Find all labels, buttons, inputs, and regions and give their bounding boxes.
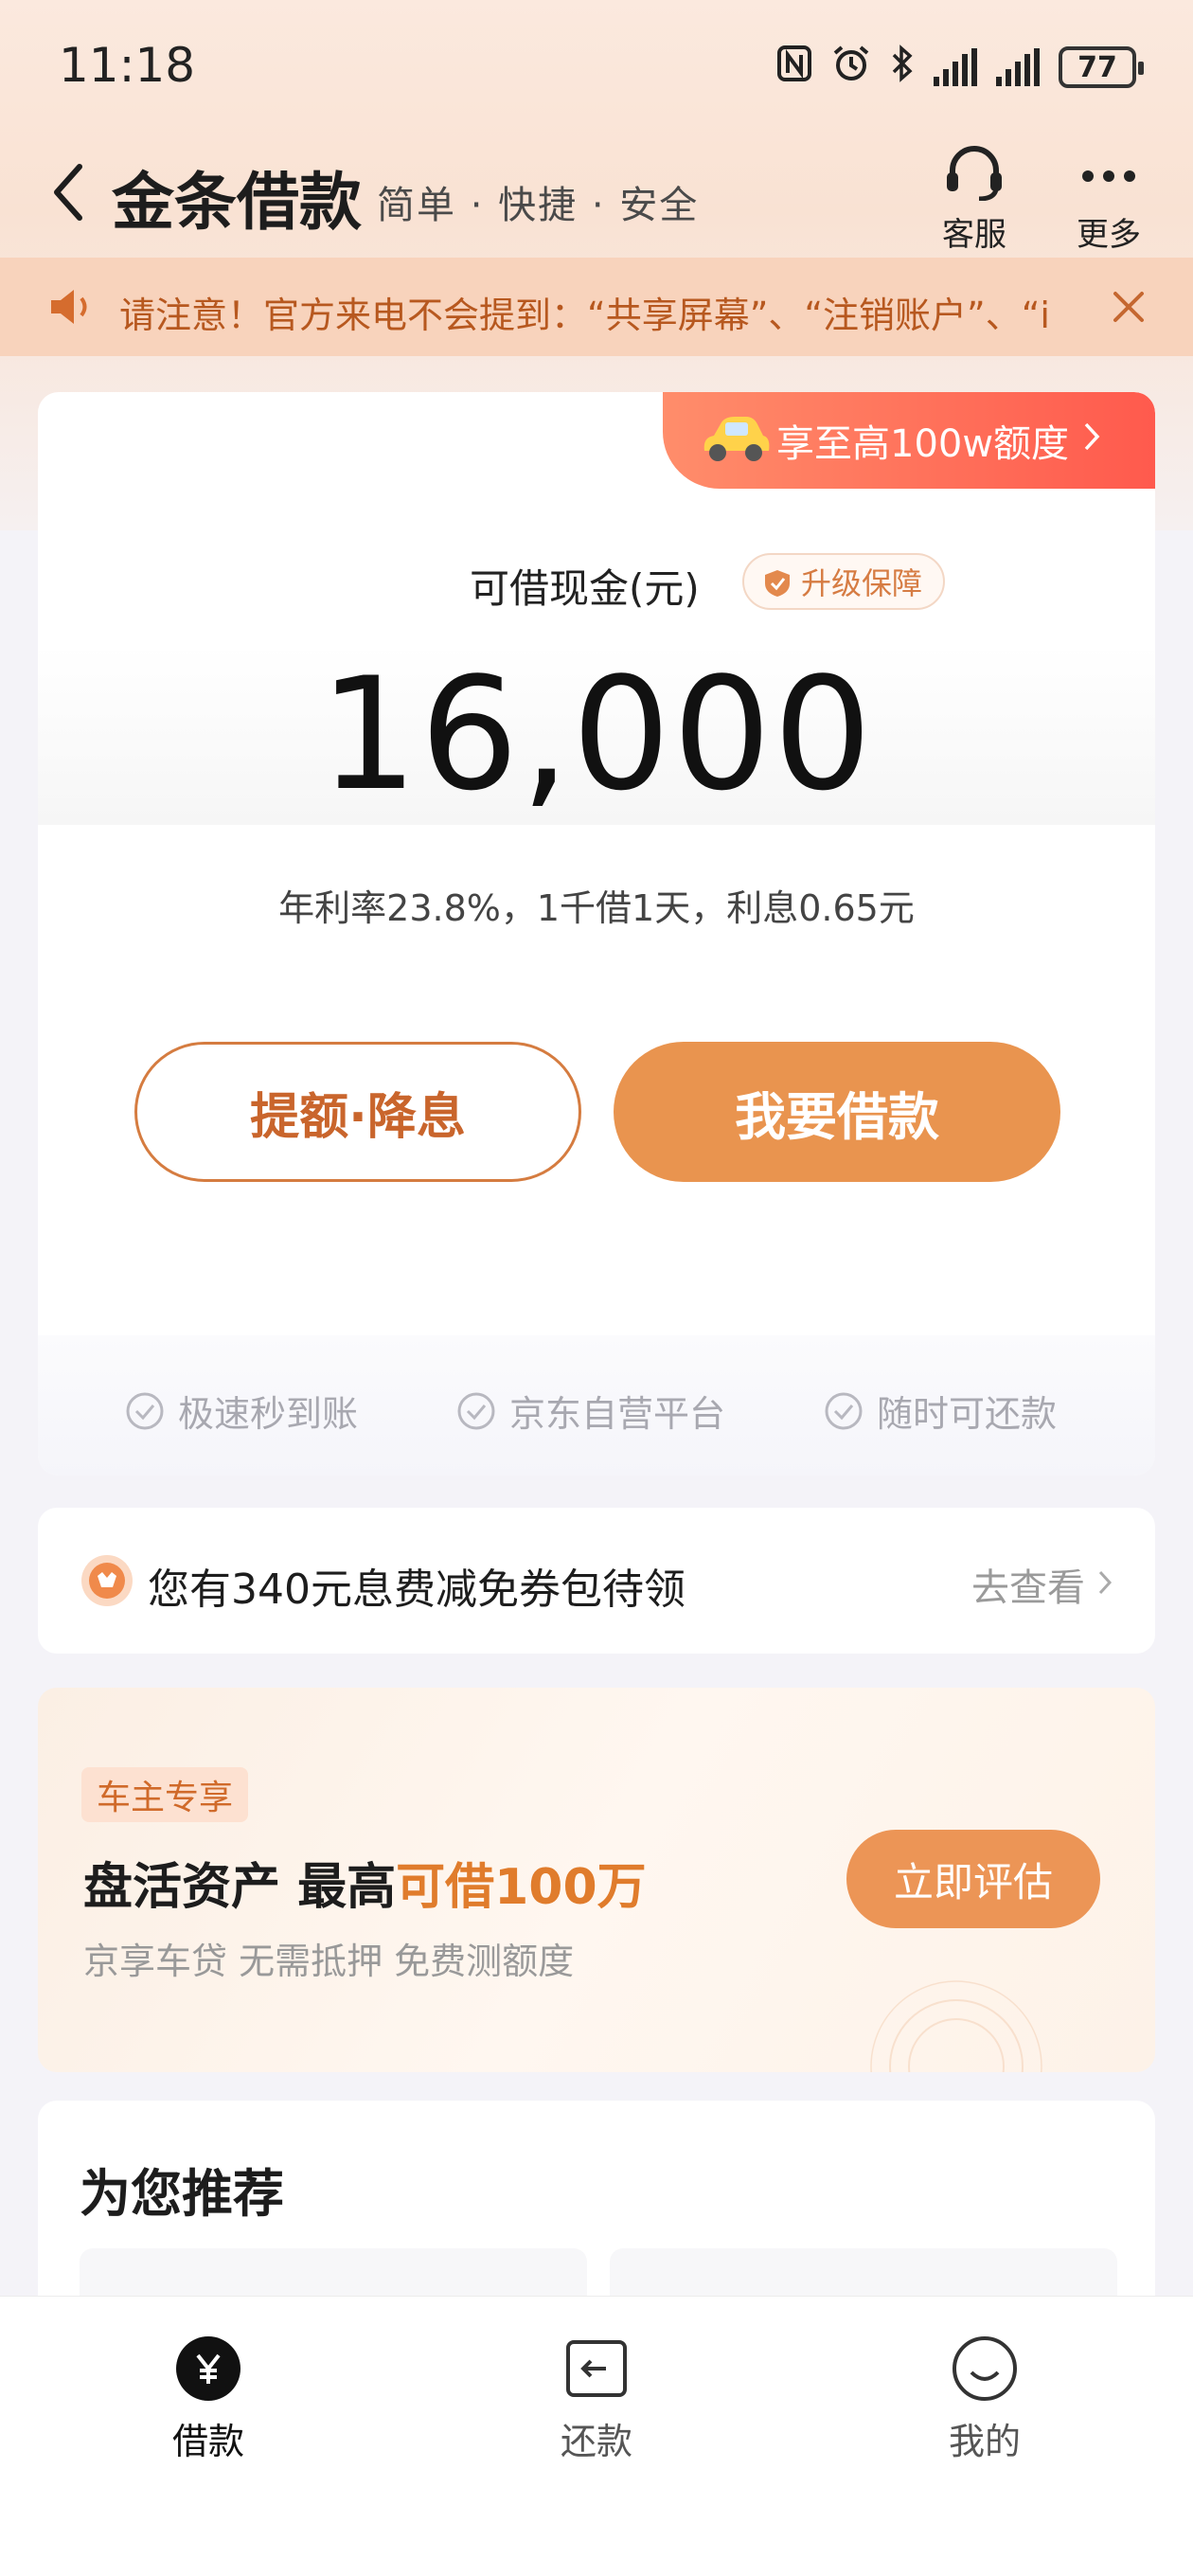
speaker-icon	[47, 286, 95, 331]
car-icon	[697, 409, 773, 470]
smiley-icon	[951, 2334, 1019, 2403]
car-owner-tag: 车主专享	[81, 1767, 249, 1822]
coupon-view-link[interactable]: 去查看	[971, 1557, 1113, 1612]
status-icons: 77	[776, 42, 1144, 93]
upgrade-guard-badge[interactable]: 升级保障	[742, 553, 946, 610]
nfc-icon	[776, 45, 812, 91]
recommend-title: 为您推荐	[80, 2164, 284, 2224]
coupon-text: 您有340元息费减免券包待领	[148, 1565, 686, 1614]
coupon-link-label: 去查看	[971, 1566, 1085, 1610]
feature-item: 随时可还款	[824, 1385, 1057, 1437]
notice-bar[interactable]: 请注意！官方来电不会提到：“共享屏幕”、“注销账户”、“i	[0, 258, 1193, 356]
car-loan-title: 盘活资产 最高可借100万	[83, 1847, 647, 1918]
car-loan-title-prefix: 盘活资产 最高	[83, 1859, 397, 1916]
customer-service-button[interactable]: 客服	[922, 144, 1026, 254]
car-loan-title-highlight: 可借100万	[396, 1859, 647, 1916]
check-circle-icon	[824, 1391, 864, 1431]
chevron-right-icon	[1096, 1563, 1113, 1606]
loan-card: 享至高100w额度 可借现金(元) 升级保障 16,000 年利率23.8%，1…	[38, 392, 1155, 1476]
car-loan-desc: 京享车贷 无需抵押 免费测额度	[83, 1941, 575, 1982]
shield-icon	[763, 568, 792, 599]
tab-mine[interactable]: 我的	[890, 2334, 1079, 2464]
borrow-button[interactable]: 我要借款	[614, 1042, 1060, 1182]
check-circle-icon	[125, 1391, 165, 1431]
guard-badge-label: 升级保障	[801, 565, 923, 601]
signal-2-icon	[996, 48, 1040, 86]
tab-label: 还款	[560, 2421, 632, 2462]
status-time: 11:18	[59, 38, 196, 93]
available-amount: 16,000	[38, 644, 1155, 825]
tab-label: 我的	[948, 2421, 1021, 2462]
cash-label: 可借现金(元)	[470, 565, 700, 612]
car-loan-card[interactable]: 车主专享 盘活资产 最高可借100万 京享车贷 无需抵押 免费测额度 立即评估	[38, 1688, 1155, 2072]
customer-service-label: 客服	[942, 216, 1006, 254]
headset-icon	[941, 146, 1007, 205]
battery-indicator: 77	[1059, 46, 1144, 88]
close-icon[interactable]	[1108, 286, 1149, 328]
feature-item: 极速秒到账	[125, 1385, 358, 1437]
evaluate-button[interactable]: 立即评估	[846, 1830, 1100, 1928]
feature-strip: 极速秒到账 京东自营平台 随时可还款	[38, 1335, 1155, 1476]
more-button[interactable]: 更多	[1057, 144, 1161, 254]
app-header: 金条借款 简单 · 快捷 · 安全 客服 更多	[0, 133, 1193, 256]
back-button[interactable]	[45, 159, 93, 225]
status-bar: 11:18 77	[0, 0, 1193, 133]
coupon-row[interactable]: 您有340元息费减免券包待领 去查看	[38, 1508, 1155, 1654]
chevron-right-icon	[1082, 419, 1101, 462]
feature-label: 京东自营平台	[509, 1393, 726, 1435]
repay-icon	[562, 2334, 631, 2403]
bottom-tab-bar: 借款 还款 我的	[0, 2296, 1193, 2576]
check-circle-icon	[456, 1391, 496, 1431]
rate-text: 年利率23.8%，1千借1天，利息0.65元	[278, 887, 915, 929]
alarm-icon	[831, 44, 871, 92]
page-subtitle: 简单 · 快捷 · 安全	[377, 184, 700, 227]
more-dots-icon	[1076, 170, 1142, 205]
decorative-pattern	[814, 1924, 1098, 2072]
coupon-icon	[80, 1553, 134, 1608]
bluetooth-icon	[890, 44, 915, 92]
feature-label: 极速秒到账	[178, 1393, 359, 1435]
promo-text: 享至高100w额度	[776, 422, 1070, 466]
signal-1-icon	[934, 48, 977, 86]
feature-label: 随时可还款	[877, 1393, 1058, 1435]
raise-limit-button[interactable]: 提额·降息	[134, 1042, 581, 1182]
tab-label: 借款	[171, 2421, 244, 2462]
feature-item: 京东自营平台	[456, 1385, 725, 1437]
yen-icon	[174, 2334, 242, 2403]
promo-tag[interactable]: 享至高100w额度	[663, 392, 1155, 489]
tab-repay[interactable]: 还款	[502, 2334, 691, 2464]
more-label: 更多	[1077, 216, 1141, 254]
tab-borrow[interactable]: 借款	[114, 2334, 303, 2464]
notice-text: 请注意！官方来电不会提到：“共享屏幕”、“注销账户”、“i	[119, 295, 1050, 336]
page-title: 金条借款	[112, 166, 362, 239]
